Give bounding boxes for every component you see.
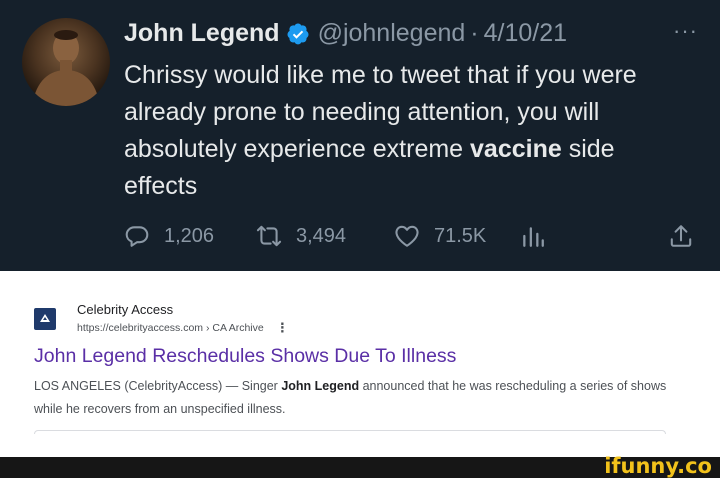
snippet-part: LOS ANGELES (CelebrityAccess) — Singer — [34, 379, 282, 393]
views-button[interactable] — [520, 218, 546, 254]
heart-icon — [395, 225, 419, 247]
kebab-menu-icon[interactable]: ⋮ — [276, 320, 289, 336]
tweet-card: John Legend @johnlegend · 4/10/21 ··· Ch… — [0, 0, 720, 271]
snippet-bold: John Legend — [281, 379, 360, 393]
avatar[interactable] — [22, 18, 110, 106]
reply-icon — [125, 226, 149, 247]
tweet-text-bold: vaccine — [470, 135, 562, 163]
ifunny-watermark: ifunny.co — [604, 454, 712, 478]
like-count: 71.5K — [434, 224, 487, 247]
tweet-header: John Legend @johnlegend · 4/10/21 — [124, 16, 567, 50]
result-snippet: LOS ANGELES (CelebrityAccess) — Singer J… — [34, 375, 684, 421]
views-chart-icon — [523, 227, 544, 247]
reply-count: 1,206 — [164, 224, 215, 247]
retweet-button[interactable]: 3,494 — [256, 218, 346, 254]
site-name[interactable]: Celebrity Access — [77, 302, 173, 317]
header-separator: · — [470, 19, 479, 47]
avatar-image — [32, 30, 100, 106]
site-favicon-icon — [34, 308, 56, 330]
site-url[interactable]: https://celebrityaccess.com › CA Archive… — [77, 320, 289, 336]
author-handle[interactable]: @johnlegend — [318, 16, 466, 50]
share-button[interactable] — [668, 218, 694, 254]
search-result-card: Celebrity Access https://celebrityaccess… — [0, 271, 720, 457]
reply-button[interactable]: 1,206 — [124, 218, 214, 254]
tweet-date[interactable]: 4/10/21 — [484, 16, 567, 50]
like-button[interactable]: 71.5K — [394, 218, 486, 254]
tweet-actions: 1,206 3,494 71.5K — [124, 218, 700, 254]
retweet-count: 3,494 — [296, 224, 347, 247]
author-name[interactable]: John Legend — [124, 16, 280, 50]
tweet-text: Chrissy would like me to tweet that if y… — [124, 57, 694, 205]
site-url-text: https://celebrityaccess.com › CA Archive — [77, 322, 264, 334]
verified-badge-icon — [286, 21, 310, 45]
result-divider — [34, 430, 666, 434]
result-title-link[interactable]: John Legend Reschedules Shows Due To Ill… — [34, 345, 456, 368]
footer-strip: ifunny.co — [0, 454, 720, 478]
share-icon — [670, 225, 692, 247]
retweet-icon — [256, 225, 282, 247]
more-options-icon[interactable]: ··· — [673, 16, 698, 46]
